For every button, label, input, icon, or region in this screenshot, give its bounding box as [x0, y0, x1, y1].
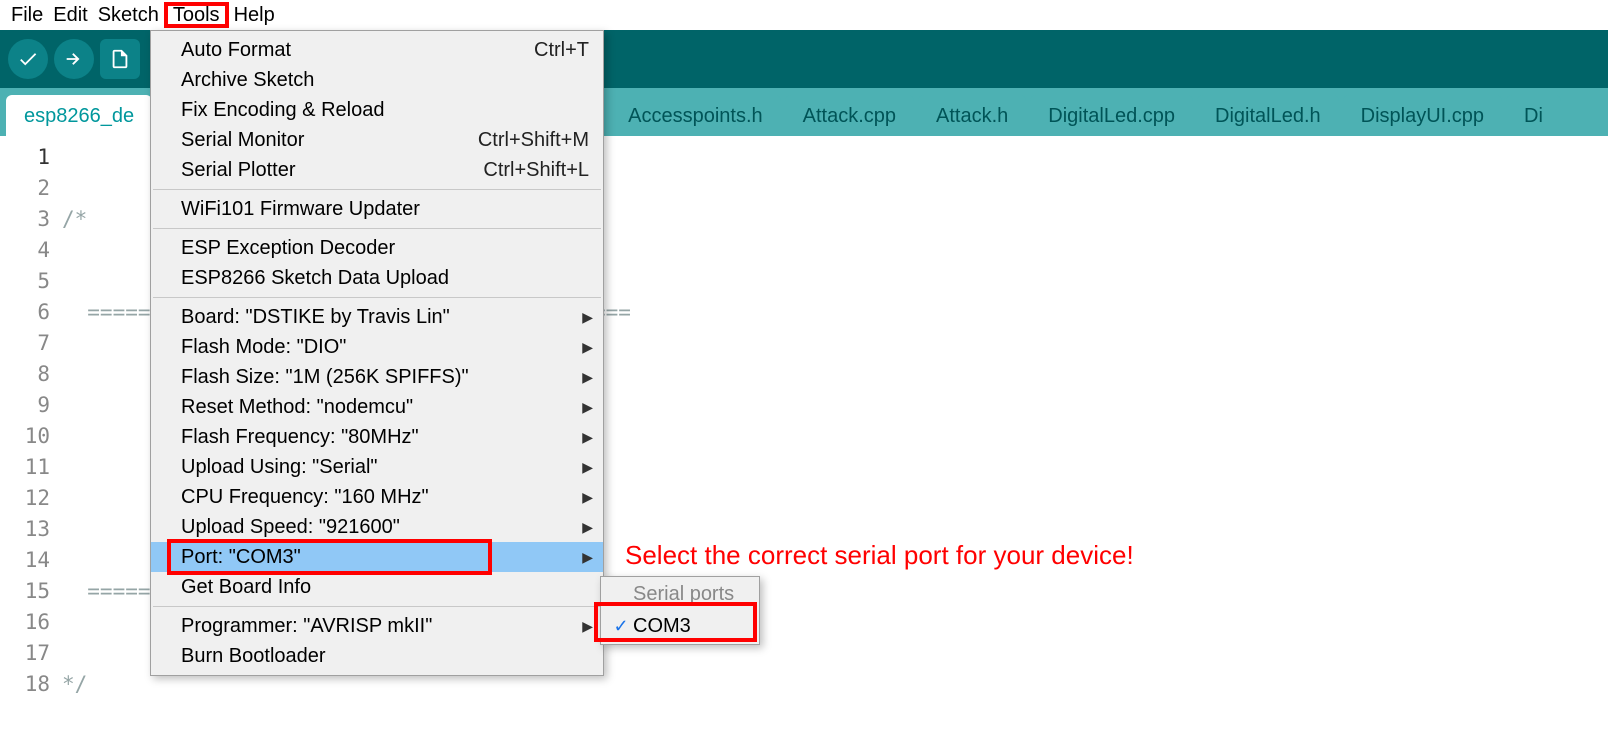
chevron-right-icon: ▶	[582, 489, 593, 506]
tools-flash-size[interactable]: Flash Size: "1M (256K SPIFFS)"▶	[151, 362, 603, 392]
chevron-right-icon: ▶	[582, 399, 593, 416]
line-gutter: 1 2 3 4 5 6 7 8 9 10 11 12 13 14 15 16 1…	[0, 136, 58, 738]
chevron-right-icon: ▶	[582, 339, 593, 356]
tab-displayui-cpp[interactable]: DisplayUI.cpp	[1343, 95, 1502, 136]
tools-wifi101-updater[interactable]: WiFi101 Firmware Updater	[151, 194, 603, 224]
menu-help[interactable]: Help	[229, 2, 280, 28]
tab-attack-h[interactable]: Attack.h	[918, 95, 1026, 136]
separator	[153, 189, 601, 190]
tools-auto-format[interactable]: Auto Format Ctrl+T	[151, 35, 603, 65]
tab-digitalled-h[interactable]: DigitalLed.h	[1197, 95, 1339, 136]
tools-archive-sketch[interactable]: Archive Sketch	[151, 65, 603, 95]
tab-esp8266[interactable]: esp8266_de	[6, 95, 152, 136]
tools-upload-using[interactable]: Upload Using: "Serial"▶	[151, 452, 603, 482]
tools-cpu-frequency[interactable]: CPU Frequency: "160 MHz"▶	[151, 482, 603, 512]
tools-dropdown: Auto Format Ctrl+T Archive Sketch Fix En…	[150, 30, 604, 676]
separator	[153, 228, 601, 229]
tools-upload-speed[interactable]: Upload Speed: "921600"▶	[151, 512, 603, 542]
chevron-right-icon: ▶	[582, 459, 593, 476]
tools-esp-exception-decoder[interactable]: ESP Exception Decoder	[151, 233, 603, 263]
port-submenu-header: Serial ports	[601, 579, 759, 610]
annotation-text: Select the correct serial port for your …	[625, 540, 1134, 571]
tools-flash-frequency[interactable]: Flash Frequency: "80MHz"▶	[151, 422, 603, 452]
chevron-right-icon: ▶	[582, 549, 593, 566]
separator	[153, 297, 601, 298]
tab-digitalled-cpp[interactable]: DigitalLed.cpp	[1030, 95, 1193, 136]
tools-serial-plotter[interactable]: Serial Plotter Ctrl+Shift+L	[151, 155, 603, 185]
new-sketch-button[interactable]	[100, 39, 140, 79]
tab-accesspoints[interactable]: Accesspoints.h	[610, 95, 781, 136]
tools-reset-method[interactable]: Reset Method: "nodemcu"▶	[151, 392, 603, 422]
chevron-right-icon: ▶	[582, 369, 593, 386]
tools-burn-bootloader[interactable]: Burn Bootloader	[151, 641, 603, 671]
menu-edit[interactable]: Edit	[48, 2, 92, 28]
port-option-com3[interactable]: ✓ COM3	[601, 610, 759, 642]
chevron-right-icon: ▶	[582, 618, 593, 635]
tools-fix-encoding[interactable]: Fix Encoding & Reload	[151, 95, 603, 125]
menu-bar: File Edit Sketch Tools Help	[0, 0, 1608, 30]
chevron-right-icon: ▶	[582, 429, 593, 446]
menu-file[interactable]: File	[6, 2, 48, 28]
port-submenu: Serial ports ✓ COM3	[600, 576, 760, 645]
upload-button[interactable]	[54, 39, 94, 79]
tools-board[interactable]: Board: "DSTIKE by Travis Lin"▶	[151, 302, 603, 332]
tools-esp8266-data-upload[interactable]: ESP8266 Sketch Data Upload	[151, 263, 603, 293]
menu-sketch[interactable]: Sketch	[93, 2, 164, 28]
check-icon: ✓	[609, 616, 633, 637]
separator	[153, 606, 601, 607]
verify-button[interactable]	[8, 39, 48, 79]
tools-programmer[interactable]: Programmer: "AVRISP mkII"▶	[151, 611, 603, 641]
tools-port[interactable]: Port: "COM3"▶	[151, 542, 603, 572]
tab-more[interactable]: Di	[1506, 95, 1561, 136]
menu-tools[interactable]: Tools	[164, 2, 229, 28]
tab-attack-cpp[interactable]: Attack.cpp	[785, 95, 914, 136]
chevron-right-icon: ▶	[582, 309, 593, 326]
tools-get-board-info[interactable]: Get Board Info	[151, 572, 603, 602]
tools-flash-mode[interactable]: Flash Mode: "DIO"▶	[151, 332, 603, 362]
tools-serial-monitor[interactable]: Serial Monitor Ctrl+Shift+M	[151, 125, 603, 155]
chevron-right-icon: ▶	[582, 519, 593, 536]
